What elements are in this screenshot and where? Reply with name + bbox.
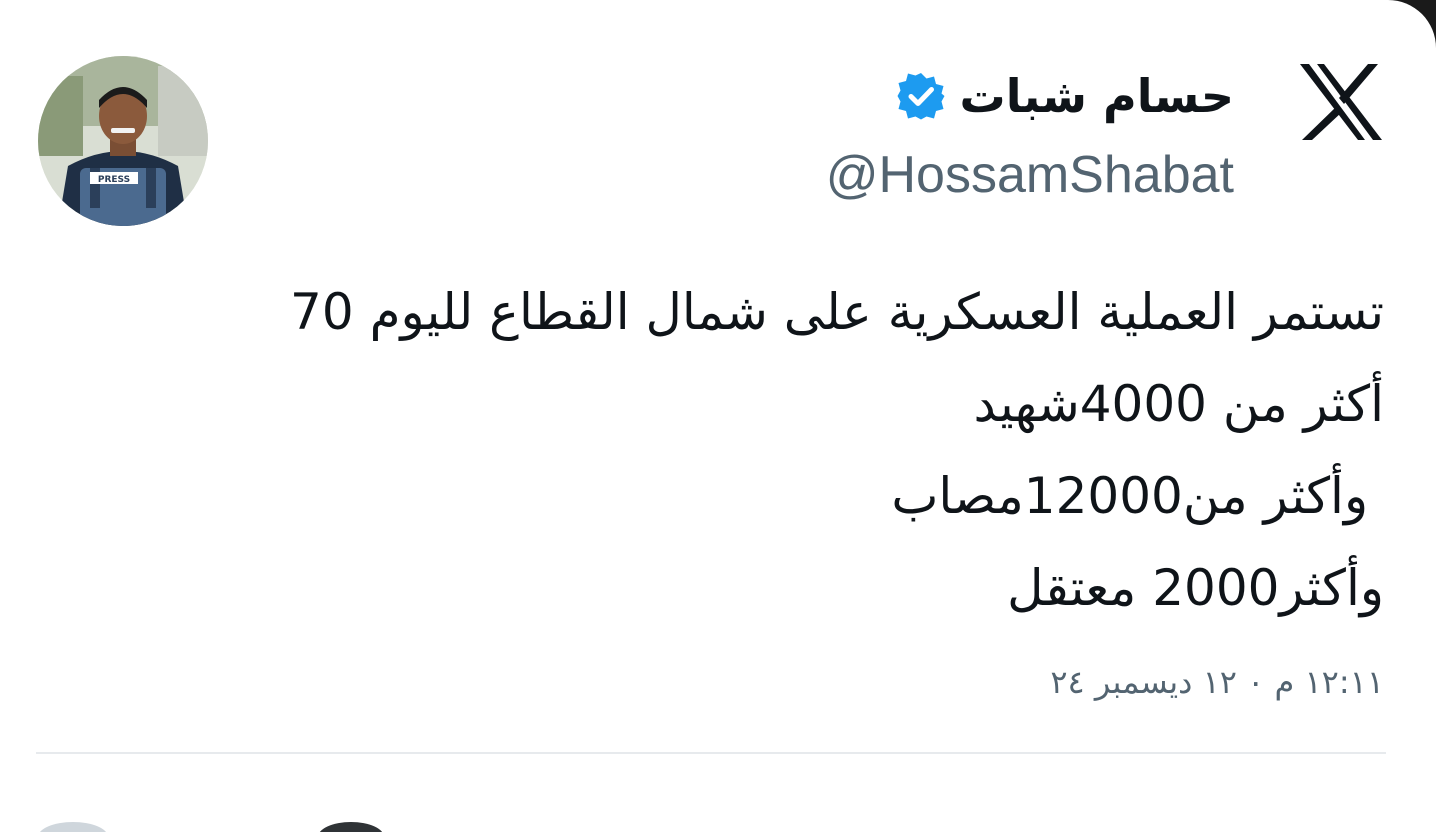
avatar-badge-text: PRESS (98, 175, 130, 185)
tweet-card: حسام شبات @HossamShabat PRESS تستمر العم… (0, 0, 1436, 832)
retweet-icon[interactable] (318, 822, 384, 832)
x-logo-icon[interactable] (1298, 62, 1384, 142)
tweet-timestamp[interactable]: ١٢:١١ م ٠ ١٢ ديسمبر ٢٤ (1050, 652, 1384, 712)
tweet-text: تستمر العملية العسكرية على شمال القطاع ل… (184, 266, 1384, 634)
avatar-image: PRESS (38, 56, 208, 226)
avatar[interactable]: PRESS (38, 56, 208, 226)
tweet-text-line: تستمر العملية العسكرية على شمال القطاع ل… (290, 283, 1384, 341)
tweet-text-line: أكثر من 4000شهيد (973, 375, 1384, 433)
verified-badge-icon (897, 73, 945, 120)
author-handle[interactable]: @HossamShabat (826, 142, 1234, 208)
tweet-text-line: وأكثر2000 معتقل (1007, 559, 1384, 617)
divider (36, 752, 1386, 754)
reply-icon[interactable] (38, 822, 108, 832)
author-display-name[interactable]: حسام شبات (960, 66, 1234, 126)
author-name-row[interactable]: حسام شبات (896, 66, 1234, 126)
tweet-text-line: وأكثر من12000مصاب (891, 467, 1384, 525)
